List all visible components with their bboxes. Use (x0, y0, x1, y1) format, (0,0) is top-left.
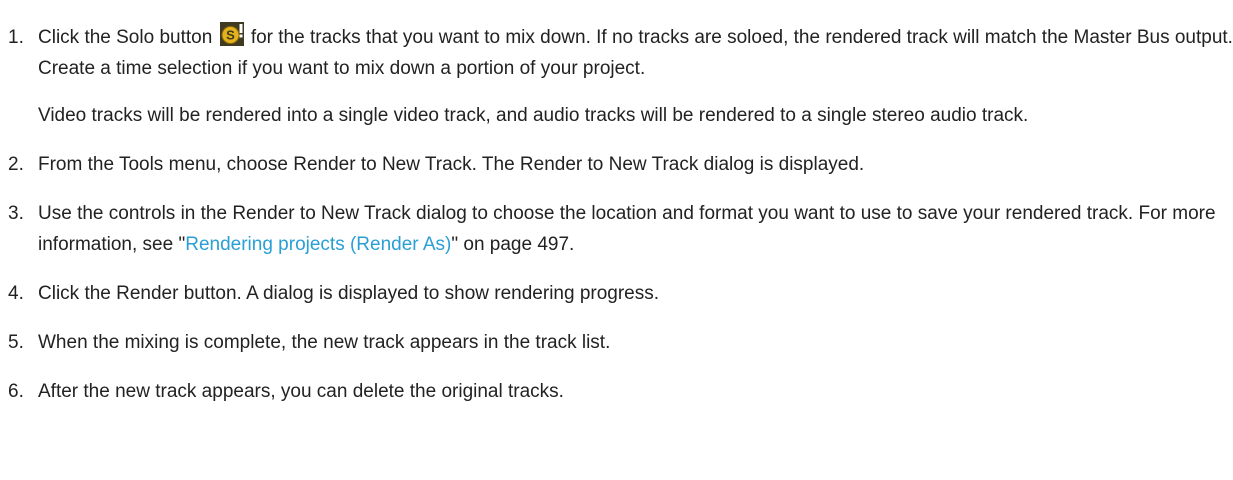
step-text: From the Tools menu, choose Render to Ne… (38, 154, 865, 175)
step-text: Click the Solo button S for the tracks t… (38, 22, 1233, 84)
step-number: 2. (8, 154, 24, 175)
step-2: 2. From the Tools menu, choose Render to… (0, 149, 1233, 180)
step-text: Click the Render button. A dialog is dis… (38, 283, 660, 304)
step-1: 1. Click the Solo button S for the track… (0, 22, 1233, 131)
step-6: 6. After the new track appears, you can … (0, 376, 1233, 407)
step-text-before-icon: Click the Solo button (38, 27, 213, 48)
step-text: After the new track appears, you can del… (38, 381, 564, 402)
step-number: 6. (8, 381, 24, 402)
step-number: 5. (8, 332, 24, 353)
step-number: 4. (8, 283, 24, 304)
step-5: 5. When the mixing is complete, the new … (0, 327, 1233, 358)
instruction-steps: 1. Click the Solo button S for the track… (0, 22, 1233, 407)
solo-icon-letter: S (226, 28, 235, 43)
step-number: 1. (8, 27, 24, 48)
step-text-after-link: " on page 497. (451, 234, 575, 255)
step-note: Video tracks will be rendered into a sin… (38, 105, 1029, 126)
step-4: 4. Click the Render button. A dialog is … (0, 278, 1233, 309)
step-3: 3. Use the controls in the Render to New… (0, 198, 1233, 260)
solo-button-icon: S (219, 22, 244, 46)
step-text: Use the controls in the Render to New Tr… (38, 198, 1233, 260)
rendering-projects-link[interactable]: Rendering projects (Render As) (185, 234, 451, 255)
step-number: 3. (8, 203, 24, 224)
step-text: When the mixing is complete, the new tra… (38, 332, 611, 353)
step-text-after-icon: for the tracks that you want to mix down… (38, 27, 1233, 79)
